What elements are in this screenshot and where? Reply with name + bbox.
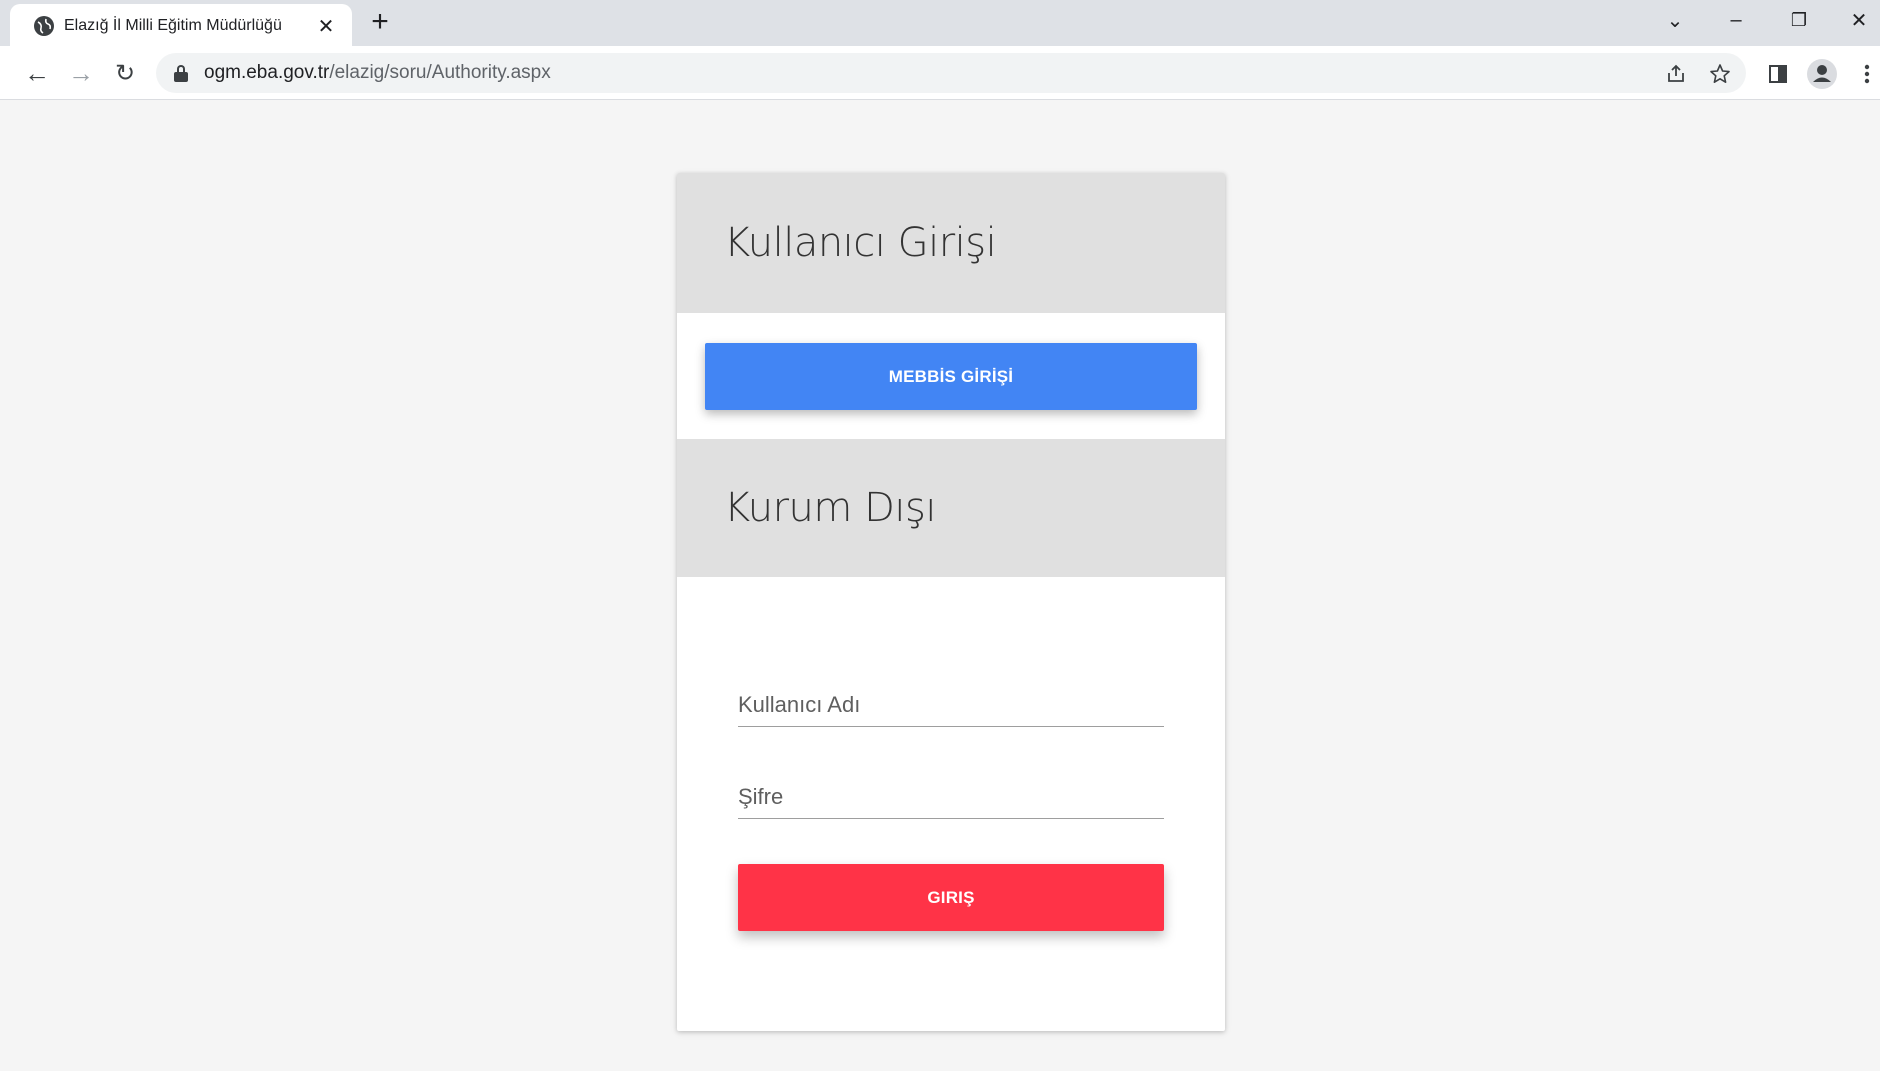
restore-icon[interactable]: ❐ — [1776, 4, 1822, 36]
url-text: ogm.eba.gov.tr/elazig/soru/Authority.asp… — [204, 62, 551, 84]
external-header: Kurum Dışı — [677, 439, 1225, 577]
new-tab-button[interactable]: + — [364, 5, 396, 38]
forward-icon[interactable]: → — [64, 56, 98, 90]
reload-icon[interactable]: ↻ — [108, 56, 142, 90]
address-bar[interactable]: ogm.eba.gov.tr/elazig/soru/Authority.asp… — [156, 53, 1746, 93]
external-title: Kurum Dışı — [724, 485, 936, 531]
login-submit-button[interactable]: GIRIŞ — [738, 864, 1164, 931]
back-icon[interactable]: ← — [20, 56, 54, 90]
tab-close-icon[interactable]: ✕ — [314, 14, 338, 38]
minimize-icon[interactable]: – — [1713, 4, 1759, 36]
globe-icon — [34, 16, 54, 36]
browser-toolbar: ← → ↻ ogm.eba.gov.tr/elazig/soru/Authori… — [0, 46, 1880, 100]
url-path: /elazig/soru/Authority.aspx — [329, 62, 551, 83]
username-input[interactable] — [738, 683, 1164, 726]
browser-tab[interactable]: Elazığ İl Milli Eğitim Müdürlüğü ✕ — [10, 4, 352, 48]
user-login-title: Kullanıcı Girişi — [724, 220, 997, 266]
username-field — [738, 683, 1164, 727]
side-panel-icon[interactable] — [1763, 59, 1793, 89]
url-domain: ogm.eba.gov.tr — [204, 62, 330, 83]
window-close-icon[interactable]: ✕ — [1836, 4, 1880, 36]
bookmark-star-icon[interactable] — [1708, 62, 1732, 86]
share-icon[interactable] — [1664, 62, 1688, 86]
password-field — [738, 775, 1164, 819]
mebbis-login-button[interactable]: MEBBİS GİRİŞİ — [705, 343, 1197, 410]
user-login-header: Kullanıcı Girişi — [677, 173, 1225, 313]
tab-title: Elazığ İl Milli Eğitim Müdürlüğü — [64, 17, 282, 34]
profile-icon[interactable] — [1807, 59, 1837, 89]
tab-strip: Elazığ İl Milli Eğitim Müdürlüğü ✕ + ⌄ –… — [0, 0, 1880, 48]
menu-icon[interactable] — [1852, 59, 1880, 89]
lock-icon[interactable] — [174, 65, 188, 82]
tab-search-icon[interactable]: ⌄ — [1652, 4, 1698, 36]
login-card: Kullanıcı Girişi MEBBİS GİRİŞİ Kurum Dış… — [677, 173, 1225, 1031]
password-input[interactable] — [738, 775, 1164, 818]
